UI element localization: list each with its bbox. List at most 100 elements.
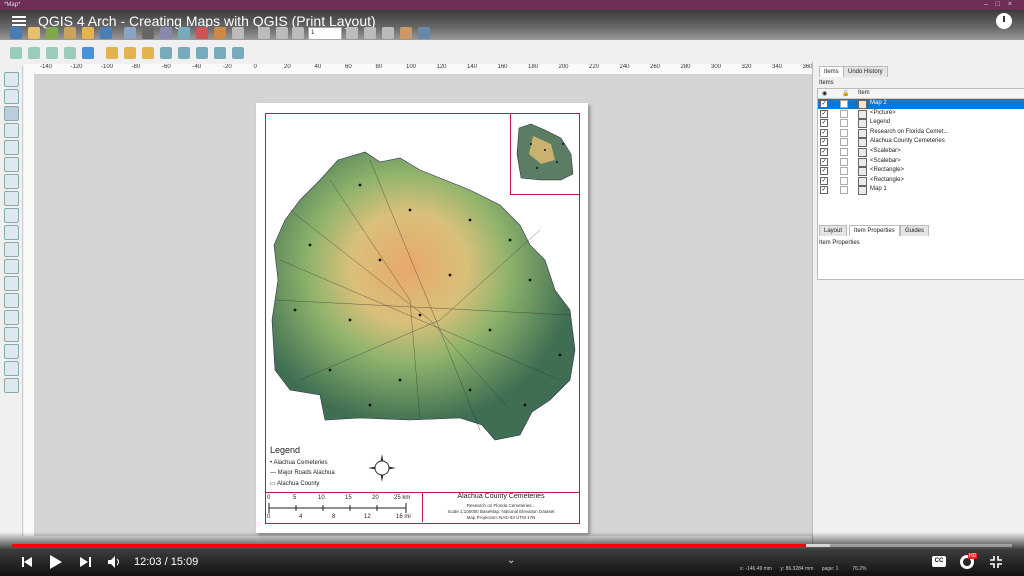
zoom-out-icon[interactable] bbox=[28, 47, 40, 59]
zoom-tool-icon[interactable] bbox=[4, 89, 19, 104]
undo-icon[interactable] bbox=[214, 27, 226, 39]
add-scalebar-icon[interactable] bbox=[4, 242, 19, 257]
visibility-checkbox[interactable]: ✓ bbox=[820, 148, 828, 156]
last-feature-icon[interactable] bbox=[364, 27, 376, 39]
visibility-checkbox[interactable]: ✓ bbox=[820, 186, 828, 195]
lock-checkbox[interactable] bbox=[840, 167, 848, 176]
add-3d-map-icon[interactable] bbox=[4, 174, 19, 189]
lock-checkbox[interactable] bbox=[840, 138, 848, 147]
next-icon[interactable] bbox=[80, 556, 92, 568]
chevron-down-icon[interactable]: ⌄ bbox=[507, 555, 515, 566]
export-svg-icon[interactable] bbox=[178, 27, 190, 39]
watch-later-icon[interactable] bbox=[996, 13, 1012, 29]
items-row[interactable]: ✓ Map 2 bbox=[818, 99, 1024, 109]
play-icon[interactable] bbox=[50, 555, 62, 569]
add-html-icon[interactable] bbox=[4, 361, 19, 376]
add-arrow-icon[interactable] bbox=[4, 310, 19, 325]
lock-checkbox[interactable] bbox=[840, 119, 848, 128]
visibility-checkbox[interactable]: ✓ bbox=[820, 109, 828, 118]
bring-front-icon[interactable] bbox=[142, 47, 154, 59]
items-row[interactable]: ✓ <Rectangle> bbox=[818, 176, 1024, 186]
visibility-checkbox[interactable]: ✓ bbox=[820, 138, 828, 147]
lock-checkbox[interactable] bbox=[840, 128, 848, 137]
map-item-main[interactable] bbox=[270, 150, 578, 452]
first-feature-icon[interactable] bbox=[276, 27, 288, 39]
distribute-icon[interactable] bbox=[178, 47, 190, 59]
visibility-checkbox[interactable]: ✓ bbox=[820, 119, 828, 128]
add-table-icon[interactable] bbox=[4, 378, 19, 393]
lock-checkbox[interactable] bbox=[840, 186, 848, 195]
save-template-icon[interactable] bbox=[100, 27, 112, 39]
pan-icon[interactable] bbox=[4, 72, 19, 87]
north-arrow-icon[interactable] bbox=[368, 454, 396, 482]
export-pdf-icon[interactable] bbox=[196, 27, 208, 39]
atlas-print-icon[interactable] bbox=[382, 27, 394, 39]
map-item-overview[interactable] bbox=[510, 113, 580, 195]
lock-checkbox[interactable] bbox=[840, 109, 848, 118]
items-row[interactable]: ✓ <Scalebar> bbox=[818, 147, 1024, 157]
new-layout-icon[interactable] bbox=[28, 27, 40, 39]
scalebar-item[interactable]: 0 5 10 15 20 25 km 0 4 8 12 16 mi bbox=[266, 494, 416, 522]
add-legend-icon[interactable] bbox=[4, 225, 19, 240]
tab-layout[interactable]: Layout bbox=[819, 225, 848, 236]
items-tree[interactable]: ◉ 🔒 Item ✓ Map 2 ✓ <Picture> ✓ Legend ✓ Researc… bbox=[817, 88, 1024, 280]
export-image-icon[interactable] bbox=[160, 27, 172, 39]
prev-feature-icon[interactable] bbox=[292, 27, 304, 39]
tab-undo-history[interactable]: Undo History bbox=[843, 66, 888, 77]
tab-guides[interactable]: Guides bbox=[900, 225, 930, 236]
map-info-block[interactable]: Alachua County Cemeteries Research on Fl… bbox=[422, 492, 579, 522]
add-picture-icon[interactable] bbox=[4, 191, 19, 206]
atlas-export-icon[interactable] bbox=[400, 27, 412, 39]
add-polyline-icon[interactable] bbox=[4, 344, 19, 359]
items-row[interactable]: ✓ Map 1 bbox=[818, 185, 1024, 196]
items-row[interactable]: ✓ Legend bbox=[818, 118, 1024, 129]
add-marker-icon[interactable] bbox=[4, 293, 19, 308]
add-pages-icon[interactable] bbox=[124, 27, 136, 39]
atlas-page-input[interactable]: 1 bbox=[308, 27, 342, 40]
zoom-actual-icon[interactable] bbox=[46, 47, 58, 59]
exit-fullscreen-icon[interactable] bbox=[990, 556, 1002, 568]
items-row[interactable]: ✓ Research on Florida Cemet... bbox=[818, 128, 1024, 138]
open-template-icon[interactable] bbox=[82, 27, 94, 39]
ungroup-icon[interactable] bbox=[232, 47, 244, 59]
lock-checkbox[interactable] bbox=[840, 176, 848, 185]
captions-icon[interactable]: CC bbox=[932, 556, 946, 567]
add-map-icon[interactable] bbox=[4, 157, 19, 172]
lock-checkbox[interactable] bbox=[840, 157, 848, 166]
group-icon[interactable] bbox=[214, 47, 226, 59]
save-icon[interactable] bbox=[10, 27, 22, 39]
visibility-checkbox[interactable]: ✓ bbox=[820, 128, 828, 137]
window-controls[interactable]: –□× bbox=[984, 0, 1020, 10]
items-row[interactable]: ✓ <Picture> bbox=[818, 109, 1024, 119]
redo-icon[interactable] bbox=[232, 27, 244, 39]
zoom-in-icon[interactable] bbox=[10, 47, 22, 59]
print-icon[interactable] bbox=[142, 27, 154, 39]
raise-icon[interactable] bbox=[106, 47, 118, 59]
zoom-full-icon[interactable] bbox=[64, 47, 76, 59]
duplicate-icon[interactable] bbox=[46, 27, 58, 39]
visibility-checkbox[interactable]: ✓ bbox=[820, 100, 828, 108]
add-shape-icon[interactable] bbox=[4, 276, 19, 291]
atlas-icon[interactable] bbox=[258, 27, 270, 39]
items-row[interactable]: ✓ <Rectangle> bbox=[818, 166, 1024, 177]
previous-icon[interactable] bbox=[22, 556, 32, 568]
visibility-checkbox[interactable]: ✓ bbox=[820, 157, 828, 166]
items-row[interactable]: ✓ Alachua County Cemeteries bbox=[818, 137, 1024, 148]
atlas-settings-icon[interactable] bbox=[418, 27, 430, 39]
refresh-icon[interactable] bbox=[82, 47, 94, 59]
align-left-icon[interactable] bbox=[160, 47, 172, 59]
add-north-arrow-icon[interactable] bbox=[4, 259, 19, 274]
add-polygon-icon[interactable] bbox=[4, 327, 19, 342]
items-row[interactable]: ✓ <Scalebar> bbox=[818, 157, 1024, 167]
add-label-icon[interactable] bbox=[4, 208, 19, 223]
layout-manager-icon[interactable] bbox=[64, 27, 76, 39]
move-content-icon[interactable] bbox=[4, 123, 19, 138]
volume-icon[interactable] bbox=[108, 556, 122, 568]
lock-checkbox[interactable] bbox=[840, 100, 848, 108]
resize-icon[interactable] bbox=[196, 47, 208, 59]
tab-items[interactable]: Items bbox=[819, 66, 844, 77]
visibility-checkbox[interactable]: ✓ bbox=[820, 167, 828, 176]
edit-nodes-icon[interactable] bbox=[4, 140, 19, 155]
tab-item-properties[interactable]: Item Properties bbox=[849, 225, 900, 236]
visibility-checkbox[interactable]: ✓ bbox=[820, 176, 828, 185]
